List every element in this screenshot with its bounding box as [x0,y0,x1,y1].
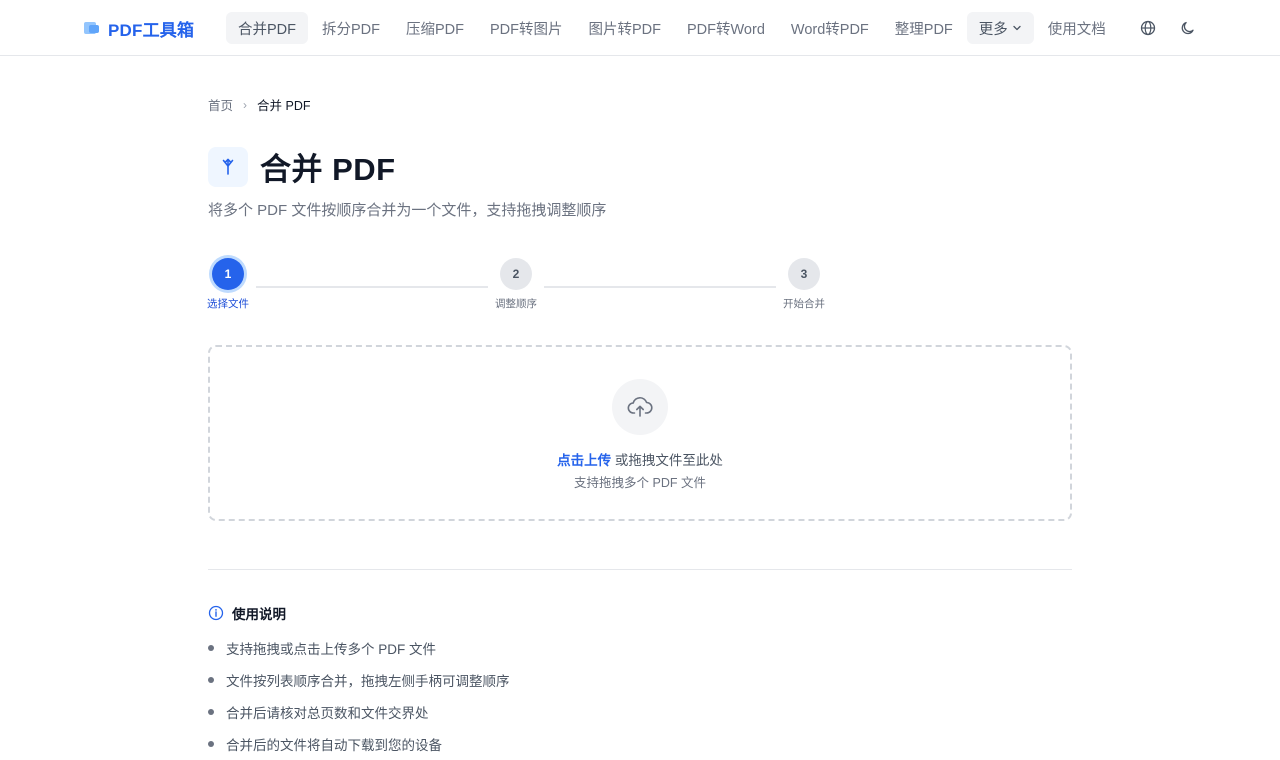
instruction-text: 合并后请核对总页数和文件交界处 [226,706,429,721]
nav-item-image-to-pdf[interactable]: 图片转PDF [577,12,674,44]
step-number: 1 [212,258,244,290]
brand-name: PDF工具箱 [108,20,195,40]
info-icon [208,605,224,621]
moon-icon [1181,21,1194,35]
dark-mode-toggle-button[interactable] [1176,16,1200,40]
page-subtitle: 将多个 PDF 文件按顺序合并为一个文件，支持拖拽调整顺序 [208,202,607,219]
nav-item-docs[interactable]: 使用文档 [1036,12,1118,44]
instructions-list: 支持拖拽或点击上传多个 PDF 文件 文件按列表顺序合并，拖拽左侧手柄可调整顺序… [208,632,510,760]
pdf-logo-icon [84,21,100,35]
dropzone-drag-text: 或拖拽文件至此处 [614,453,723,468]
list-item: 合并后的文件将自动下载到您的设备 [208,728,510,760]
breadcrumb-current: 合并 PDF [257,99,311,113]
nav-item-pdf-to-word[interactable]: PDF转Word [675,12,777,44]
header-actions [1136,16,1200,40]
bullet-dot [208,677,214,683]
step-label: 选择文件 [207,298,249,310]
nav-item-merge-pdf[interactable]: 合并PDF [226,12,308,44]
file-dropzone[interactable]: 点击上传 或拖拽文件至此处 支持拖拽多个 PDF 文件 [208,345,1072,521]
instruction-text: 文件按列表顺序合并，拖拽左侧手柄可调整顺序 [226,674,510,689]
step-connector [256,286,488,288]
instructions-header: 使用说明 [208,603,286,623]
step-label: 开始合并 [783,298,825,310]
upload-cloud-icon [612,379,668,435]
main-nav: 合并PDF 拆分PDF 压缩PDF PDF转图片 图片转PDF PDF转Word… [226,12,1120,44]
instruction-text: 支持拖拽或点击上传多个 PDF 文件 [226,642,437,657]
merge-icon [208,146,248,187]
globe-icon [1140,20,1156,36]
instruction-text: 合并后的文件将自动下载到您的设备 [226,738,442,753]
upload-link[interactable]: 点击上传 [557,453,611,468]
brand-logo-link[interactable]: PDF工具箱 [84,16,194,40]
top-navbar: PDF工具箱 合并PDF 拆分PDF 压缩PDF PDF转图片 图片转PDF P… [0,0,1280,56]
chevron-down-icon [1013,25,1021,31]
nav-more-label: 更多 [978,21,1008,38]
step-1: 1 选择文件 [198,258,258,311]
list-item: 合并后请核对总页数和文件交界处 [208,696,510,728]
nav-more-dropdown[interactable]: 更多 [966,12,1034,44]
breadcrumb: 首页 › 合并 PDF [208,95,311,114]
breadcrumb-separator: › [243,97,248,112]
step-number: 2 [500,258,532,290]
progress-steps: 1 选择文件 2 调整顺序 3 开始合并 [207,258,848,318]
language-toggle-button[interactable] [1136,16,1160,40]
nav-item-compress-pdf[interactable]: 压缩PDF [394,12,476,44]
dropzone-hint: 支持拖拽多个 PDF 文件 [574,476,706,490]
page-title: 合并 PDF [260,152,396,187]
list-item: 文件按列表顺序合并，拖拽左侧手柄可调整顺序 [208,664,510,696]
step-3: 3 开始合并 [774,258,834,311]
bullet-dot [208,709,214,715]
step-label: 调整顺序 [495,298,537,310]
section-divider [208,569,1072,570]
bullet-dot [208,645,214,651]
nav-item-pdf-to-image[interactable]: PDF转图片 [478,12,575,44]
instructions-title: 使用说明 [232,607,286,622]
list-item: 支持拖拽或点击上传多个 PDF 文件 [208,632,510,664]
step-2: 2 调整顺序 [486,258,546,311]
step-connector [544,286,776,288]
nav-item-organize-pdf[interactable]: 整理PDF [883,12,965,44]
nav-item-word-to-pdf[interactable]: Word转PDF [779,12,881,44]
breadcrumb-home-link[interactable]: 首页 [208,95,233,114]
page-header: 合并 PDF [208,144,396,189]
nav-item-split-pdf[interactable]: 拆分PDF [310,12,392,44]
bullet-dot [208,741,214,747]
step-number: 3 [788,258,820,290]
dropzone-text: 点击上传 或拖拽文件至此处 [210,449,1070,469]
